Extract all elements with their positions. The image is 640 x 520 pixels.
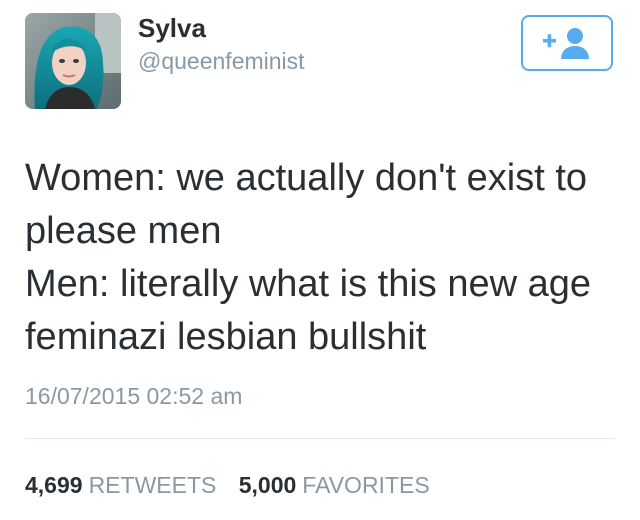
avatar[interactable] xyxy=(25,13,121,109)
retweets-stat[interactable]: 4,699 RETWEETS xyxy=(25,469,216,501)
tweet-timestamp[interactable]: 16/07/2015 02:52 am xyxy=(25,380,242,412)
user-display-name[interactable]: Sylva xyxy=(138,12,206,44)
tweet-text-line: Women: we actually don't exist to xyxy=(25,157,588,199)
tweet-text: Women: we actually don't exist to please… xyxy=(25,152,625,364)
follow-button[interactable] xyxy=(521,15,613,71)
favorites-count: 5,000 xyxy=(238,472,297,498)
favorites-label: FAVORITES xyxy=(302,472,430,498)
retweets-label: RETWEETS xyxy=(88,472,217,498)
tweet-text-line: Men: literally what is this new age xyxy=(25,263,592,305)
tweet-stats: 4,699 RETWEETS 5,000 FAVORITES xyxy=(25,469,430,501)
tweet-text-line: please men xyxy=(25,210,222,252)
profile-photo xyxy=(25,13,121,109)
retweets-count: 4,699 xyxy=(25,472,83,498)
tweet-card: Sylva @queenfeminist Women: we actually … xyxy=(0,0,640,520)
tweet-text-line: feminazi lesbian bullshit xyxy=(25,316,427,358)
follow-user-plus-icon xyxy=(543,28,589,59)
user-handle[interactable]: @queenfeminist xyxy=(138,46,305,76)
divider xyxy=(25,438,615,439)
favorites-stat[interactable]: 5,000 FAVORITES xyxy=(239,469,430,501)
